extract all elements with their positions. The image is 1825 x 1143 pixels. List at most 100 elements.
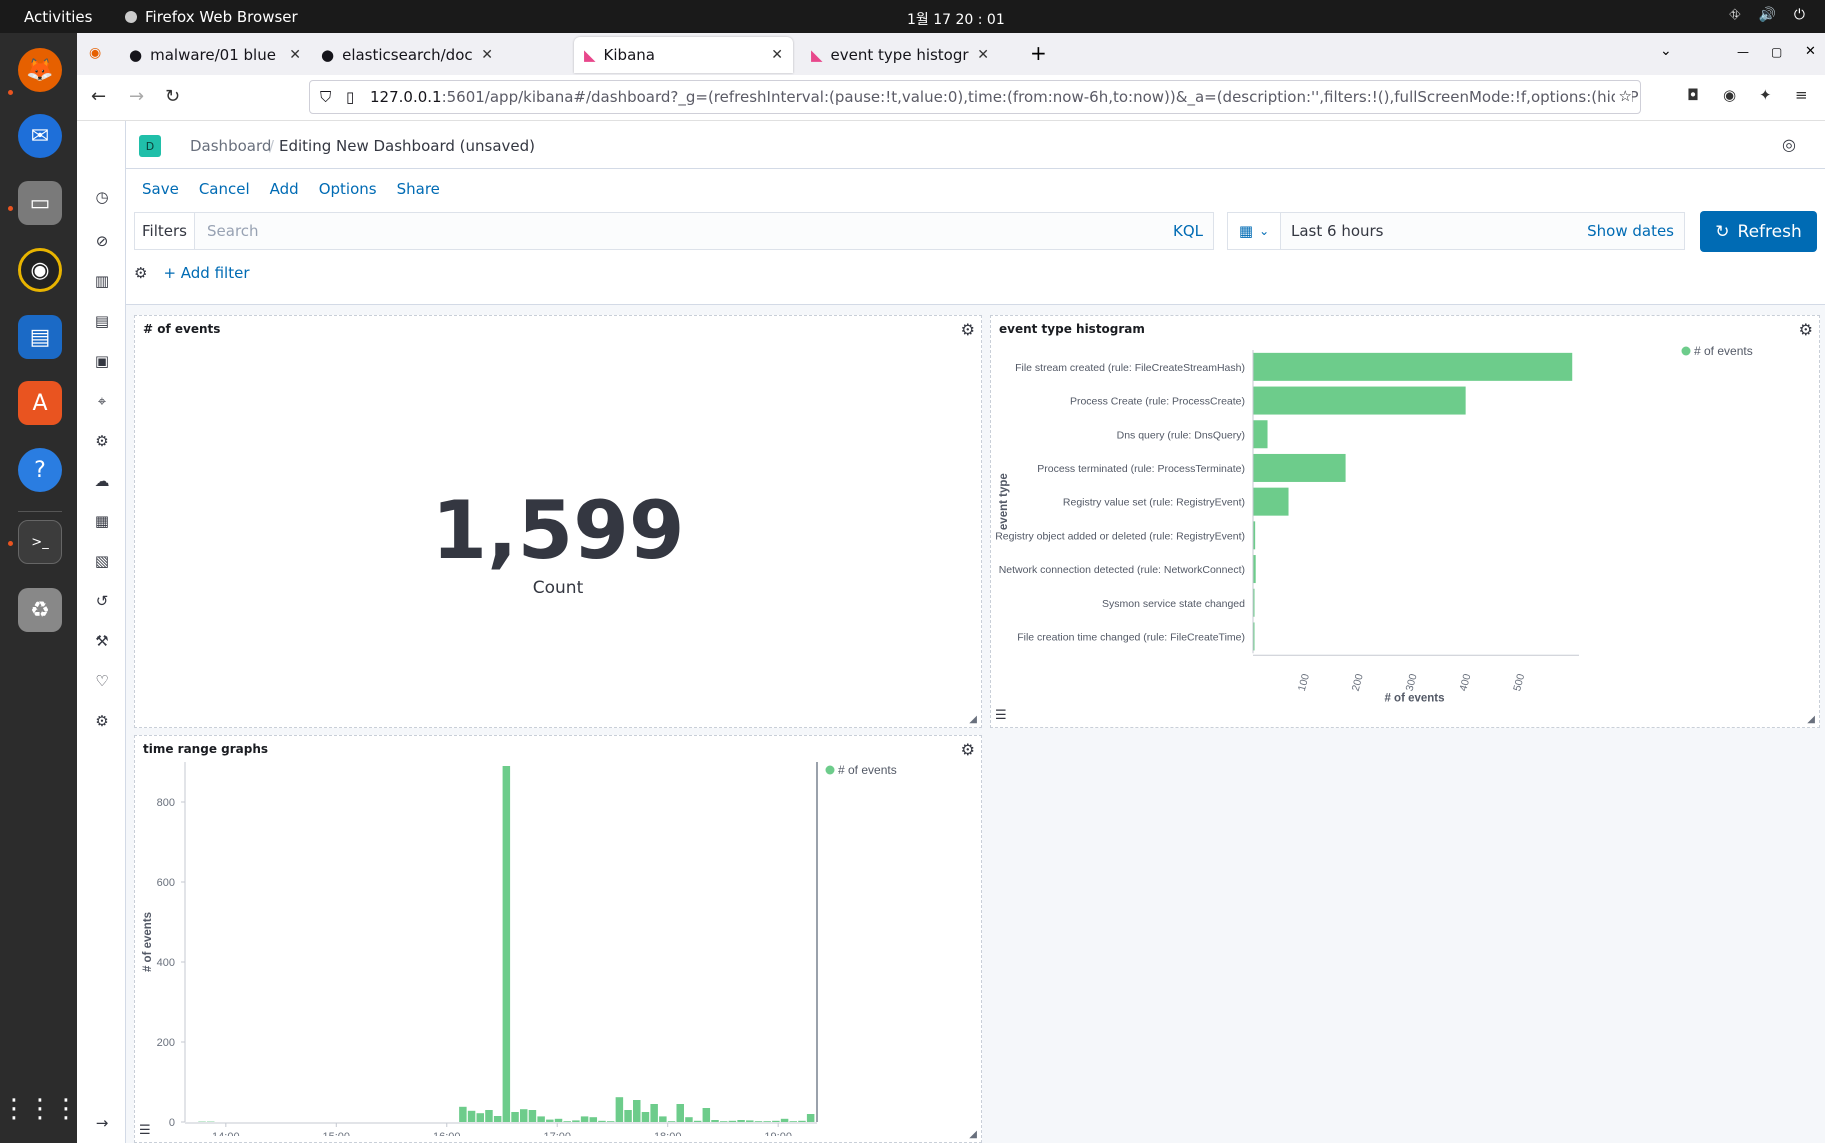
infrastructure-icon[interactable]: ☁ <box>92 471 112 491</box>
help-menu-icon[interactable]: ◎ <box>1782 135 1796 154</box>
collapse-nav-icon[interactable]: → <box>92 1113 112 1133</box>
url-bar[interactable]: ⛉ ▯ 127.0.0.1 :5601/app/kibana#/dashboar… <box>309 80 1641 114</box>
firefox-icon[interactable]: 🦊 <box>18 48 62 92</box>
close-window-icon[interactable]: ✕ <box>1805 44 1816 59</box>
back-icon[interactable]: ← <box>91 86 106 107</box>
pocket-icon[interactable]: ◘ <box>1687 86 1699 104</box>
legend-toggle-icon[interactable]: ☰ <box>139 1123 151 1138</box>
minimize-icon[interactable]: — <box>1737 45 1749 59</box>
dashboard-icon[interactable]: ▤ <box>92 311 112 331</box>
logs-icon[interactable]: ▦ <box>92 511 112 531</box>
bookmark-star-icon[interactable]: ☆ <box>1614 87 1632 105</box>
kibana-icon: ◣ <box>811 46 823 64</box>
options-button[interactable]: Options <box>319 180 377 198</box>
filters-label[interactable]: Filters <box>135 213 195 249</box>
filter-settings-icon[interactable]: ⚙ <box>134 264 147 282</box>
add-filter-link[interactable]: + Add filter <box>163 264 249 282</box>
clock[interactable]: 1월 17 20 : 01 <box>907 9 1005 29</box>
close-tab-icon[interactable]: ✕ <box>289 47 301 63</box>
thunderbird-icon[interactable]: ✉ <box>18 114 62 158</box>
discover-icon[interactable]: ⊘ <box>92 231 112 251</box>
show-dates-link[interactable]: Show dates <box>1587 222 1684 240</box>
resize-handle[interactable]: ◢ <box>1807 714 1815 725</box>
kql-toggle[interactable]: KQL <box>1173 222 1213 240</box>
running-indicator <box>8 206 13 211</box>
x-tick-label: 16:00 <box>433 1131 461 1136</box>
bar <box>598 1120 606 1122</box>
os-top-bar: Activities Firefox Web Browser 1월 17 20 … <box>0 0 1825 33</box>
tab-elasticsearch[interactable]: ● elasticsearch/docs/refere ✕ <box>311 37 503 73</box>
system-tray[interactable]: ⛗ 🔊 ⏻ <box>1729 7 1805 23</box>
y-tick-label: 0 <box>169 1117 175 1129</box>
list-tabs-icon[interactable]: ⌄ <box>1660 43 1672 59</box>
show-apps-icon[interactable]: ⋮⋮⋮ <box>1 1087 79 1131</box>
apm-icon[interactable]: ▧ <box>92 551 112 571</box>
bar <box>546 1119 554 1122</box>
management-icon[interactable]: ⚙ <box>92 711 112 731</box>
legend-toggle-icon[interactable]: ☰ <box>995 708 1007 723</box>
x-tick-label: 14:00 <box>212 1131 240 1136</box>
kibana-side-nav: ◷ ⊘ ▥ ▤ ▣ ⌖ ⚙ ☁ ▦ ▧ ↺ ⚒ ♡ ⚙ → <box>77 121 126 1143</box>
query-bar: Filters Search KQL ▦ ⌄ Last 6 hours Show… <box>126 209 1825 305</box>
menu-icon[interactable]: ≡ <box>1795 86 1808 104</box>
tab-event-type-histogram[interactable]: ◣ event type histogram - Ki ✕ <box>801 37 999 73</box>
uptime-icon[interactable]: ↺ <box>92 591 112 611</box>
terminal-icon[interactable]: >_ <box>18 520 62 564</box>
panel-options-icon[interactable]: ⚙ <box>961 320 975 339</box>
close-tab-icon[interactable]: ✕ <box>481 47 493 63</box>
firefox-view-icon[interactable]: ◉ <box>89 45 101 61</box>
bar <box>493 1116 502 1122</box>
refresh-button[interactable]: ↻ Refresh <box>1700 211 1817 252</box>
account-icon[interactable]: ◉ <box>1723 86 1736 104</box>
trash-icon[interactable]: ♻ <box>18 588 62 632</box>
files-icon[interactable]: ▭ <box>18 181 62 225</box>
time-range-value[interactable]: Last 6 hours <box>1281 222 1587 240</box>
dock-separator <box>18 511 62 512</box>
quick-menu-button[interactable]: ▦ ⌄ <box>1228 213 1281 249</box>
monitoring-icon[interactable]: ♡ <box>92 671 112 691</box>
help-icon[interactable]: ? <box>18 448 62 492</box>
cancel-button[interactable]: Cancel <box>199 180 250 198</box>
activities-button[interactable]: Activities <box>24 8 92 26</box>
save-button[interactable]: Save <box>142 180 179 198</box>
visualize-icon[interactable]: ▥ <box>92 271 112 291</box>
rhythmbox-icon[interactable]: ◉ <box>18 248 62 292</box>
writer-icon[interactable]: ▤ <box>18 315 62 359</box>
tab-kibana[interactable]: ◣ Kibana ✕ <box>574 37 793 73</box>
refresh-icon: ↻ <box>1715 221 1730 242</box>
network-icon: ⛗ <box>1729 7 1741 23</box>
close-tab-icon[interactable]: ✕ <box>977 47 989 63</box>
share-button[interactable]: Share <box>397 180 440 198</box>
close-tab-icon[interactable]: ✕ <box>771 47 783 63</box>
breadcrumb-dashboard[interactable]: Dashboard <box>190 137 271 155</box>
reload-icon[interactable]: ↻ <box>165 86 180 107</box>
bar <box>737 1120 745 1122</box>
x-tick-label: 200 <box>1350 672 1366 692</box>
bar <box>476 1113 485 1122</box>
kibana-icon: ◣ <box>584 46 596 64</box>
software-center-icon[interactable]: A <box>18 381 62 425</box>
x-tick-label: 300 <box>1404 672 1420 692</box>
forward-icon[interactable]: → <box>129 86 144 107</box>
category-label: Sysmon service state changed <box>1102 598 1245 610</box>
space-badge[interactable]: D <box>139 135 161 157</box>
new-tab-icon[interactable]: + <box>1030 41 1047 65</box>
resize-handle[interactable]: ◢ <box>969 714 977 725</box>
maximize-icon[interactable]: ▢ <box>1771 45 1782 59</box>
ml-icon[interactable]: ⚙ <box>92 431 112 451</box>
resize-handle[interactable]: ◢ <box>969 1129 977 1140</box>
category-label: Registry value set (rule: RegistryEvent) <box>1063 497 1245 509</box>
search-input[interactable]: Search <box>195 222 1173 240</box>
y-tick-label: 200 <box>157 1037 175 1049</box>
canvas-icon[interactable]: ▣ <box>92 351 112 371</box>
recently-viewed-icon[interactable]: ◷ <box>92 187 112 207</box>
bar <box>711 1120 719 1122</box>
maps-icon[interactable]: ⌖ <box>92 391 112 411</box>
tab-malware[interactable]: ● malware/01 blue team/sy ✕ <box>119 37 311 73</box>
panel-title: event type histogram <box>999 322 1145 336</box>
extensions-icon[interactable]: ✦ <box>1759 86 1772 104</box>
app-menu[interactable]: Firefox Web Browser <box>125 8 298 26</box>
dev-tools-icon[interactable]: ⚒ <box>92 631 112 651</box>
add-button[interactable]: Add <box>270 180 299 198</box>
volume-icon: 🔊 <box>1758 7 1776 23</box>
